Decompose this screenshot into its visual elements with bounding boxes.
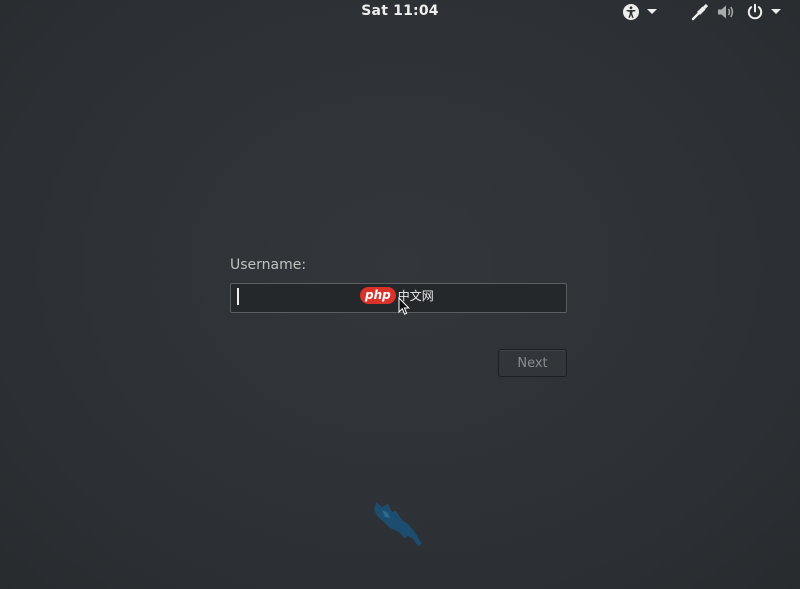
- power-icon: [746, 3, 764, 21]
- watermark: php 中文网: [360, 286, 434, 304]
- login-screen: Sat 11:04 Username: php 中文网 Next: [0, 0, 800, 589]
- accessibility-icon: [621, 2, 641, 22]
- network-wired-icon: [690, 2, 710, 22]
- distro-logo: [370, 498, 426, 554]
- system-menu[interactable]: [690, 2, 781, 22]
- dropdown-arrow-icon: [647, 9, 657, 15]
- clock[interactable]: Sat 11:04: [0, 3, 800, 19]
- mouse-pointer-icon: [398, 296, 410, 320]
- watermark-badge: php: [360, 286, 396, 304]
- dropdown-arrow-icon: [771, 9, 781, 15]
- volume-icon: [716, 2, 736, 22]
- text-caret: [237, 288, 239, 305]
- username-label: Username:: [230, 257, 307, 273]
- next-button[interactable]: Next: [498, 349, 567, 377]
- login-form: Username:: [230, 256, 567, 313]
- accessibility-menu[interactable]: [621, 2, 657, 22]
- top-bar: Sat 11:04: [0, 0, 800, 24]
